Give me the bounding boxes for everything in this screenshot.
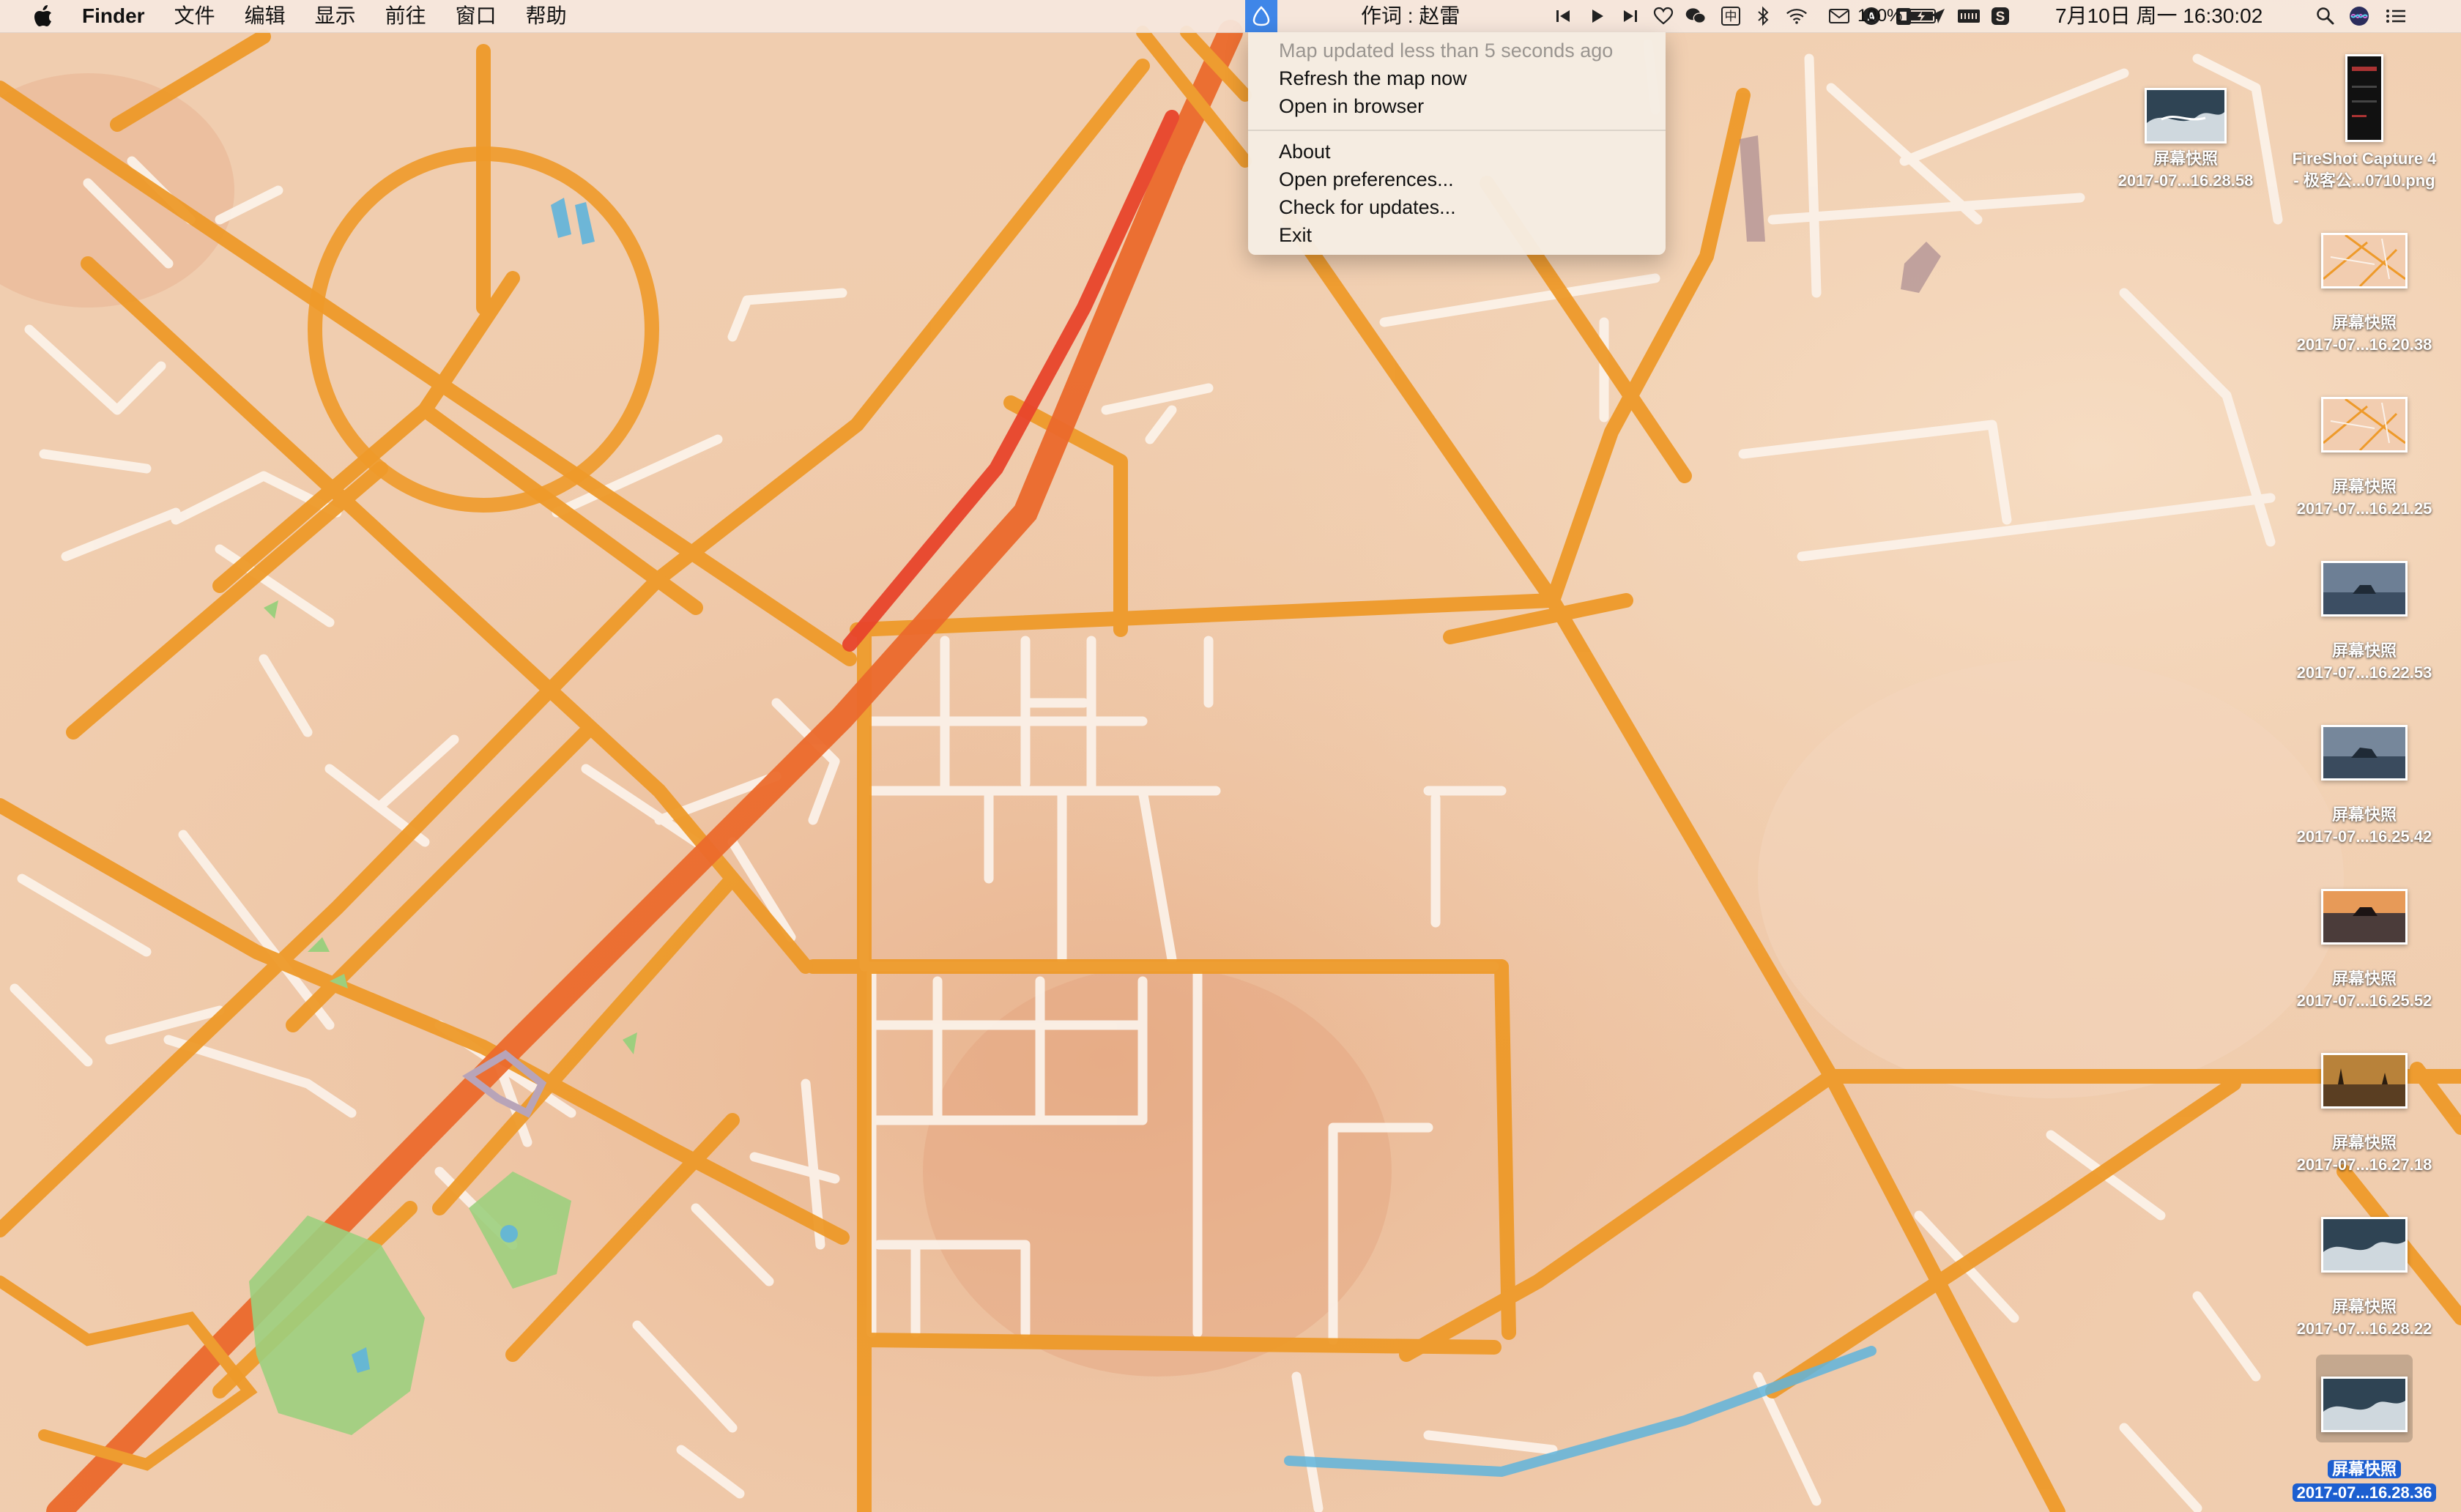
desktop-file-subname: 2017-07...16.28.22	[2296, 1319, 2432, 1338]
wechat-icon[interactable]	[1685, 6, 1707, 26]
desktop-file-name: 屏幕快照	[2331, 805, 2397, 824]
desktop-file-name: 屏幕快照	[2331, 1133, 2397, 1152]
desktop-file-name: 屏幕快照	[2269, 1459, 2460, 1481]
open-in-browser-menu-item[interactable]: Open in browser	[1279, 92, 1424, 120]
desktop-file-icon[interactable]: 屏幕快照 2017-07...16.22.53	[2269, 548, 2460, 694]
apple-logo-icon[interactable]	[29, 0, 57, 32]
heart-icon[interactable]	[1652, 6, 1674, 26]
next-track-icon[interactable]	[1619, 6, 1641, 26]
desktop-file-subname: 2017-07...16.28.58	[2117, 171, 2254, 190]
phone-screenshot-thumbnail	[2345, 54, 2383, 142]
sea-rock-photo-thumbnail	[2321, 561, 2408, 617]
bluetooth-icon[interactable]	[1752, 6, 1774, 26]
desktop-file-icon[interactable]: 屏幕快照 2017-07...16.25.52	[2269, 876, 2460, 1022]
exit-menu-item[interactable]: Exit	[1279, 221, 1312, 249]
map-app-dropdown-menu: Map updated less than 5 seconds ago Refr…	[1248, 32, 1666, 255]
desktop-file-name: 屏幕快照	[2331, 969, 2397, 988]
lyric-display: 作词 : 赵雷	[1361, 4, 1460, 27]
desktop-file-name: 屏幕快照	[2331, 477, 2397, 496]
dark-sea-photo-thumbnail	[2145, 88, 2227, 144]
desktop-file-icon[interactable]: 屏幕快照 2017-07...16.25.42	[2269, 712, 2460, 858]
battery-percentage: 100%	[1857, 6, 1903, 26]
map-screenshot-thumbnail	[2321, 233, 2408, 288]
dark-sea-photo-thumbnail	[2321, 1377, 2408, 1432]
desktop-file-subname: 2017-07...16.22.53	[2296, 663, 2432, 682]
desktop-file-subname: 2017-07...16.21.25	[2296, 499, 2432, 518]
desktop-file-subname: - 极客公...0710.png	[2293, 171, 2435, 190]
desktop-file-name: 屏幕快照	[2331, 641, 2397, 660]
desktop-file-icon[interactable]: FireShot Capture 4 - 极客公...0710.png	[2269, 44, 2460, 205]
wifi-icon[interactable]	[1786, 6, 1808, 26]
battery-icon[interactable]	[1906, 6, 1940, 26]
menu-window[interactable]: 窗口	[441, 0, 511, 32]
map-screenshot-thumbnail	[2321, 397, 2408, 453]
menu-help[interactable]: 帮助	[511, 0, 582, 32]
notification-center-icon[interactable]	[2385, 6, 2407, 26]
spotlight-icon[interactable]	[2315, 6, 2336, 26]
menubar-clock[interactable]: 7月10日 周一 16:30:02	[2055, 0, 2263, 32]
desktop-file-icon[interactable]: 屏幕快照 2017-07...16.27.18	[2269, 1040, 2460, 1186]
menu-bar: Finder 文件 编辑 显示 前往 窗口 帮助 A 作词 : 赵雷 中 100…	[0, 0, 2461, 33]
menu-separator	[1248, 130, 1666, 131]
check-for-updates-menu-item[interactable]: Check for updates...	[1279, 193, 1456, 221]
svg-text:S: S	[1996, 10, 2005, 25]
previous-track-icon[interactable]	[1553, 6, 1575, 26]
desktop-file-subname: 2017-07...16.27.18	[2296, 1155, 2432, 1174]
app-menu-finder[interactable]: Finder	[82, 0, 160, 32]
desktop-file-name: 屏幕快照	[2331, 1297, 2397, 1316]
sogou-icon[interactable]: S	[1989, 6, 2011, 26]
golden-landscape-photo-thumbnail	[2321, 1053, 2408, 1109]
menu-file[interactable]: 文件	[160, 0, 230, 32]
desktop-file-icon[interactable]: 屏幕快照 2017-07...16.20.38	[2269, 220, 2460, 366]
menu-view[interactable]: 显示	[300, 0, 371, 32]
about-menu-item[interactable]: About	[1279, 138, 1331, 165]
dark-sea-photo-thumbnail	[2321, 1217, 2408, 1273]
desktop-file-icon[interactable]: 屏幕快照 2017-07...16.21.25	[2269, 384, 2460, 530]
desktop-file-subname: 2017-07...16.28.36	[2269, 1482, 2460, 1504]
sunset-rock-photo-thumbnail	[2321, 889, 2408, 945]
svg-text:中: 中	[1725, 10, 1737, 24]
mail-icon[interactable]	[1828, 6, 1850, 26]
desktop-file-name: 屏幕快照	[2331, 313, 2397, 332]
menu-go[interactable]: 前往	[371, 0, 441, 32]
desktop-file-name: 屏幕快照	[2153, 149, 2218, 168]
desktop-file-icon-selected[interactable]: 屏幕快照 2017-07...16.28.36	[2269, 1355, 2460, 1512]
keyboard-icon[interactable]	[1956, 6, 1982, 26]
desktop-file-subname: 2017-07...16.20.38	[2296, 335, 2432, 354]
menu-edit[interactable]: 编辑	[230, 0, 300, 32]
open-preferences-menu-item[interactable]: Open preferences...	[1279, 165, 1454, 193]
desktop-file-subname: 2017-07...16.25.42	[2296, 827, 2432, 846]
refresh-map-menu-item[interactable]: Refresh the map now	[1279, 64, 1467, 92]
desktop-file-name: FireShot Capture 4	[2292, 149, 2437, 168]
desktop-file-icon[interactable]: 屏幕快照 2017-07...16.28.22	[2269, 1204, 2460, 1350]
map-status-icon[interactable]	[1245, 0, 1277, 32]
sea-rock-photo-thumbnail	[2321, 725, 2408, 781]
input-method-icon[interactable]: 中	[1720, 6, 1742, 26]
siri-icon[interactable]	[2348, 6, 2370, 26]
watercolor-map-wallpaper	[0, 0, 2461, 1512]
play-icon[interactable]	[1586, 6, 1608, 26]
desktop-file-icon[interactable]: 屏幕快照 2017-07...16.28.58	[2090, 59, 2281, 205]
desktop-file-subname: 2017-07...16.25.52	[2296, 991, 2432, 1010]
map-update-status: Map updated less than 5 seconds ago	[1279, 40, 1614, 62]
